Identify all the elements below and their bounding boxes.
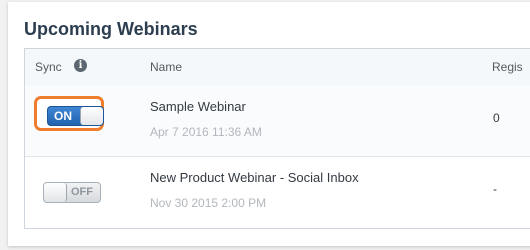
sync-toggle-off[interactable]: OFF [43,182,101,203]
table-row: OFF New Product Webinar - Social Inbox N… [25,157,530,227]
column-header-name[interactable]: Name [150,60,182,74]
column-header-registrants[interactable]: Regis [492,60,523,74]
toggle-label: ON [54,109,72,123]
table-row: ON Sample Webinar Apr 7 2016 11:36 AM 0 [25,86,530,157]
webinar-date: Apr 7 2016 11:36 AM [150,125,262,139]
registrants-count: - [493,182,497,196]
sync-toggle-on[interactable]: ON [47,106,104,126]
webinar-name[interactable]: New Product Webinar - Social Inbox [150,170,359,185]
toggle-knob [44,183,67,202]
table-header: Sync i Name Regis [25,49,530,87]
column-header-sync: Sync [35,60,62,74]
webinar-name[interactable]: Sample Webinar [150,99,246,114]
toggle-label: OFF [71,186,93,198]
toggle-knob [80,107,103,125]
webinar-date: Nov 30 2015 2:00 PM [150,196,267,210]
upcoming-webinars-panel: Upcoming Webinars Sync i Name Regis ON S… [8,2,530,246]
webinars-table: Sync i Name Regis ON Sample Webinar Apr … [24,48,530,229]
section-title: Upcoming Webinars [24,19,198,39]
info-icon[interactable]: i [74,59,87,72]
registrants-count: 0 [493,111,500,125]
sync-toggle-highlight: ON [34,96,104,131]
